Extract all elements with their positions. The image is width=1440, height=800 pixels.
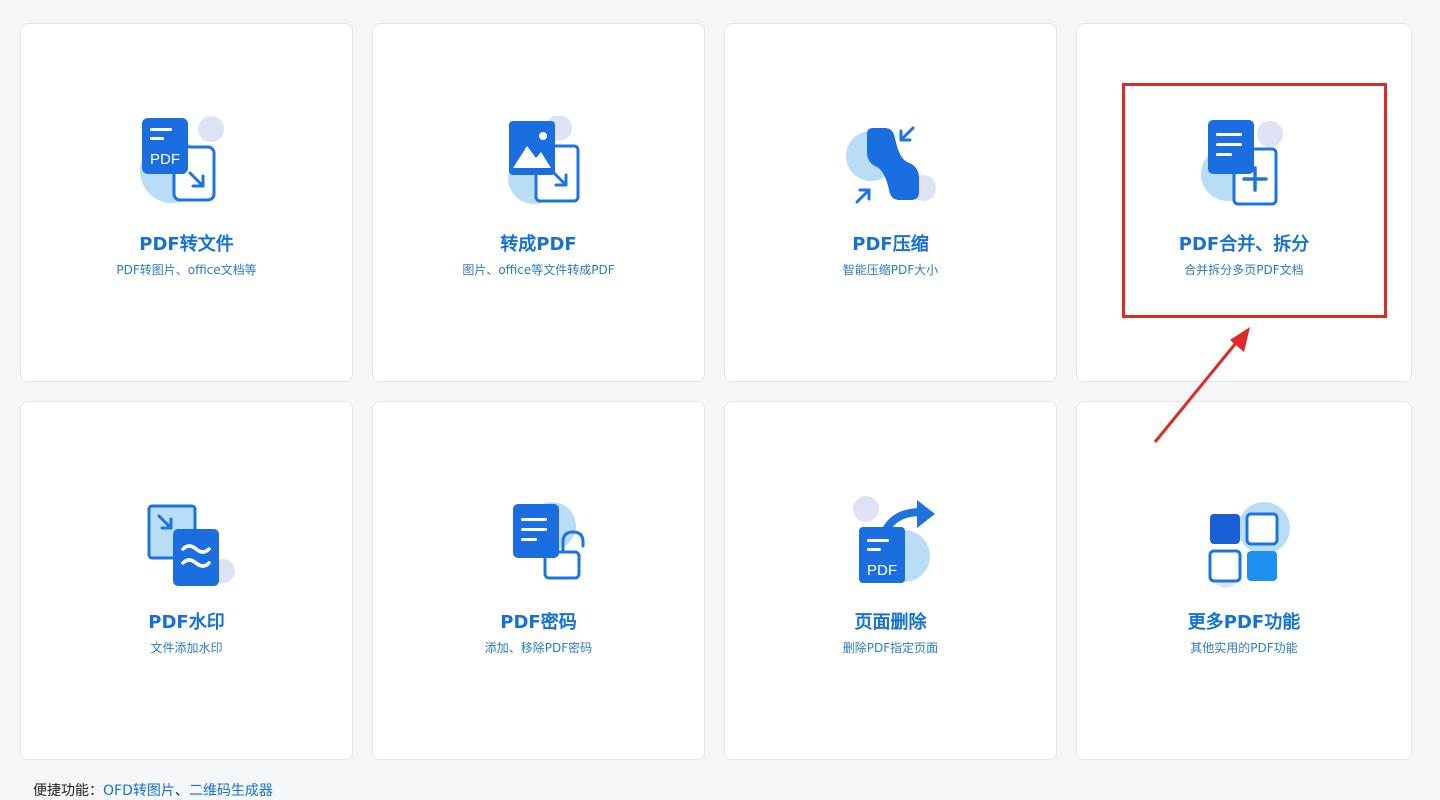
footer-link-qrcode-generator[interactable]: 二维码生成器 xyxy=(189,783,273,799)
card-pdf-merge-split[interactable]: PDF合并、拆分 合并拆分多页PDF文档 xyxy=(1076,23,1412,382)
card-title: 转成PDF xyxy=(500,234,577,255)
svg-text:PDF: PDF xyxy=(150,151,180,168)
footer-separator: 、 xyxy=(174,783,189,799)
card-title: PDF水印 xyxy=(148,612,225,633)
footer-label: 便捷功能： xyxy=(33,783,103,799)
card-pdf-compress[interactable]: PDF压缩 智能压缩PDF大小 xyxy=(724,23,1057,382)
card-desc: 文件添加水印 xyxy=(150,641,223,655)
tool-grid: PDF PDF转文件 PDF转图片、office文档等 转成PDF 图片、off… xyxy=(20,23,1412,760)
card-convert-to-pdf[interactable]: 转成PDF 图片、office等文件转成PDF xyxy=(372,23,705,382)
card-pdf-password[interactable]: PDF密码 添加、移除PDF密码 xyxy=(372,401,705,760)
pdf-to-file-icon: PDF xyxy=(137,116,237,216)
card-title: 更多PDF功能 xyxy=(1187,612,1301,633)
card-title: PDF转文件 xyxy=(139,234,234,255)
card-title: 页面删除 xyxy=(854,612,927,633)
card-pdf-watermark[interactable]: PDF水印 文件添加水印 xyxy=(20,401,353,760)
convert-to-pdf-icon xyxy=(489,116,589,216)
password-lock-icon xyxy=(489,494,589,594)
card-desc: 图片、office等文件转成PDF xyxy=(462,263,615,277)
quick-functions-bar: 便捷功能：OFD转图片、二维码生成器 xyxy=(33,780,273,800)
watermark-icon xyxy=(137,494,237,594)
footer-link-ofd-to-image[interactable]: OFD转图片 xyxy=(103,783,175,799)
card-page-delete[interactable]: PDF 页面删除 删除PDF指定页面 xyxy=(724,401,1057,760)
card-more-pdf-features[interactable]: 更多PDF功能 其他实用的PDF功能 xyxy=(1076,401,1412,760)
card-desc: 合并拆分多页PDF文档 xyxy=(1184,263,1304,277)
card-title: PDF密码 xyxy=(500,612,577,633)
compress-icon xyxy=(841,116,941,216)
more-grid-icon xyxy=(1194,494,1294,594)
card-desc: 添加、移除PDF密码 xyxy=(484,641,593,655)
card-desc: 智能压缩PDF大小 xyxy=(842,263,939,277)
merge-split-icon xyxy=(1194,116,1294,216)
card-desc: 删除PDF指定页面 xyxy=(842,641,939,655)
card-title: PDF合并、拆分 xyxy=(1178,234,1310,255)
svg-text:PDF: PDF xyxy=(867,562,897,579)
card-desc: 其他实用的PDF功能 xyxy=(1190,641,1298,655)
card-title: PDF压缩 xyxy=(852,234,929,255)
card-desc: PDF转图片、office文档等 xyxy=(116,263,257,277)
page-delete-icon: PDF xyxy=(841,494,941,594)
card-pdf-to-file[interactable]: PDF PDF转文件 PDF转图片、office文档等 xyxy=(20,23,353,382)
